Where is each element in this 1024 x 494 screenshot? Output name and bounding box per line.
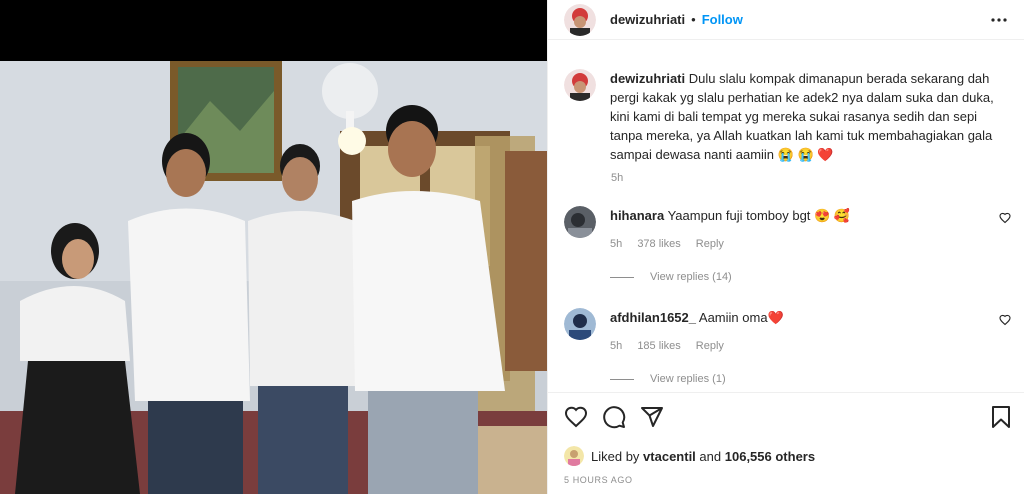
comment-text: afdhilan1652_ Aamiin oma❤️ (610, 310, 784, 326)
author-username[interactable]: dewizuhriati (610, 12, 685, 27)
comment-emojis: 😍 🥰 (814, 208, 851, 223)
comment-time: 5h (610, 340, 623, 352)
comment-avatar[interactable] (564, 308, 596, 340)
reply-button[interactable]: Reply (696, 340, 724, 352)
bookmark-icon[interactable] (989, 405, 1013, 429)
author-avatar[interactable] (564, 3, 596, 36)
comment-username[interactable]: afdhilan1652_ (610, 310, 696, 325)
likes-prefix: Liked by (591, 448, 640, 464)
separator-dot: • (691, 12, 696, 27)
caption-username[interactable]: dewizuhriati (610, 71, 685, 86)
heart-small-icon[interactable] (999, 313, 1011, 331)
comment-text: hihanara Yaampun fuji tomboy bgt 😍 🥰 (610, 208, 850, 224)
post-timestamp[interactable]: 5 HOURS AGO (564, 475, 633, 485)
caption-avatar[interactable] (564, 69, 596, 101)
post-sidebar: dewizuhriati • Follow dewizuhriati Dulu … (547, 0, 1024, 494)
caption-emojis: 😭 😭 ❤️ (777, 147, 834, 162)
comment-meta: 5h 378 likes Reply (610, 238, 736, 250)
comment-likes[interactable]: 185 likes (637, 340, 680, 352)
comments-list: dewizuhriati Dulu slalu kompak dimanapun… (548, 48, 1024, 392)
caption-time: 5h (611, 172, 624, 184)
comment-username[interactable]: hihanara (610, 208, 664, 223)
replies-line (610, 378, 634, 380)
view-replies-button[interactable]: View replies (1) (610, 373, 726, 385)
post-photo[interactable] (0, 61, 547, 494)
likes-and: and (699, 448, 722, 464)
comment-time: 5h (610, 238, 623, 250)
comment-message: Aamiin oma (698, 310, 768, 325)
liker-avatar[interactable] (564, 446, 584, 466)
replies-line (610, 276, 634, 278)
caption-text: dewizuhriati Dulu slalu kompak dimanapun… (610, 69, 1010, 164)
follow-button[interactable]: Follow (702, 12, 743, 27)
liker-username[interactable]: vtacentil (643, 449, 696, 464)
likes-summary: Liked by vtacentil and 106,556 others (564, 444, 815, 468)
comment-emojis: ❤️ (767, 310, 784, 325)
view-replies-label: View replies (14) (650, 271, 732, 283)
comment-icon[interactable] (602, 405, 626, 429)
view-replies-button[interactable]: View replies (14) (610, 271, 732, 283)
post-header: dewizuhriati • Follow (548, 0, 1024, 40)
comment-avatar[interactable] (564, 206, 596, 238)
reply-button[interactable]: Reply (696, 238, 724, 250)
heart-small-icon[interactable] (999, 211, 1011, 229)
heart-icon[interactable] (564, 405, 588, 429)
comment-likes[interactable]: 378 likes (637, 238, 680, 250)
action-bar (548, 392, 1024, 442)
comment-message: Yaampun fuji tomboy bgt (667, 208, 811, 223)
more-icon[interactable] (989, 10, 1009, 30)
post-photo-pane (0, 0, 547, 494)
share-icon[interactable] (640, 405, 664, 429)
view-replies-label: View replies (1) (650, 373, 726, 385)
likes-others[interactable]: 106,556 others (725, 449, 815, 464)
comment-meta: 5h 185 likes Reply (610, 340, 736, 352)
